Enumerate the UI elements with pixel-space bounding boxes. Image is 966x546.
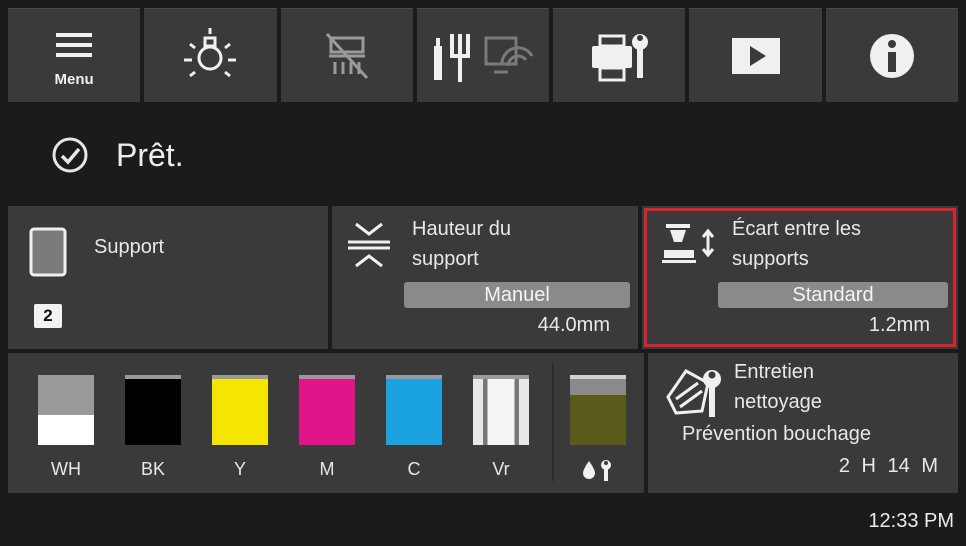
ink-cartridge-y [212,375,268,445]
play-book-icon [731,37,780,74]
media-gap-value: 1.2mm [868,314,930,336]
bottom-bar: 12:33 PM [0,496,966,546]
maintenance-title: Entretien nettoyage [734,357,822,417]
maintenance-title-line2: nettoyage [734,391,822,413]
lightbulb-icon [184,27,237,77]
media-sheet-icon [29,227,67,277]
media-number-badge: 2 [34,304,62,328]
media-height-icon [348,222,390,268]
hamburger-icon [56,32,93,57]
cleaning-wrench-icon [666,369,721,417]
media-height-title-line2: support [412,248,479,270]
menu-label: Menu [54,71,94,88]
media-panel[interactable]: Support 2 [8,206,328,349]
info-button[interactable] [825,8,958,102]
media-height-title: Hauteur du support [412,214,632,274]
ink-cartridge-bk [125,375,181,445]
network-button[interactable] [416,8,550,102]
media-gap-title-line2: supports [732,248,809,270]
status-text: Prêt. [116,136,184,173]
info-icon [869,33,914,78]
ink-divider [552,363,554,481]
media-gap-title: Écart entre les supports [732,214,952,274]
maintenance-time: 2 H 14 M [838,455,938,477]
dryer-off-button[interactable] [280,8,413,102]
ink-label-c: C [407,459,421,479]
ink-label-vr: Vr [492,459,510,479]
network-status-icon [433,33,534,82]
ink-levels-panel[interactable]: WH BK Y M C Vr [8,353,644,493]
media-height-title-line1: Hauteur du [412,218,511,240]
maintenance-title-line1: Entretien [734,361,815,383]
media-gap-panel[interactable]: Écart entre les supports Standard 1.2mm [642,206,958,349]
ink-label-wh: WH [51,459,81,479]
video-guide-button[interactable] [689,8,822,102]
maintenance-subtitle: Prévention bouchage [682,423,872,445]
status-bar: Prêt. [8,106,958,204]
media-gap-mode: Standard [718,282,948,308]
ink-label-bk: BK [140,459,165,479]
ink-cartridge-m [299,375,355,445]
ink-label-m: M [319,459,335,479]
media-height-value: 44.0mm [537,314,610,336]
ink-cartridge-c [386,375,442,445]
printer-settings-button[interactable] [553,8,686,102]
menu-button[interactable]: Menu [8,8,141,102]
maintenance-tank [570,375,626,445]
clock: 12:33 PM [868,510,954,532]
ink-cartridge-wh [38,375,94,445]
media-gap-title-line1: Écart entre les [732,218,861,240]
ink-label-y: Y [233,459,246,479]
heater-off-icon [325,32,368,79]
printer-wrench-icon [592,33,649,81]
top-toolbar: Menu [8,8,958,102]
media-label: Support [94,236,165,258]
lamp-button[interactable] [144,8,277,102]
maintenance-tank-icon [583,460,611,481]
media-height-mode: Manuel [404,282,630,308]
check-circle-icon [52,137,88,173]
ink-cartridge-vr [473,375,529,445]
platen-gap-icon [662,224,715,263]
media-height-panel[interactable]: Hauteur du support Manuel 44.0mm [332,206,638,349]
maintenance-panel[interactable]: Entretien nettoyage Prévention bouchage … [648,353,958,493]
